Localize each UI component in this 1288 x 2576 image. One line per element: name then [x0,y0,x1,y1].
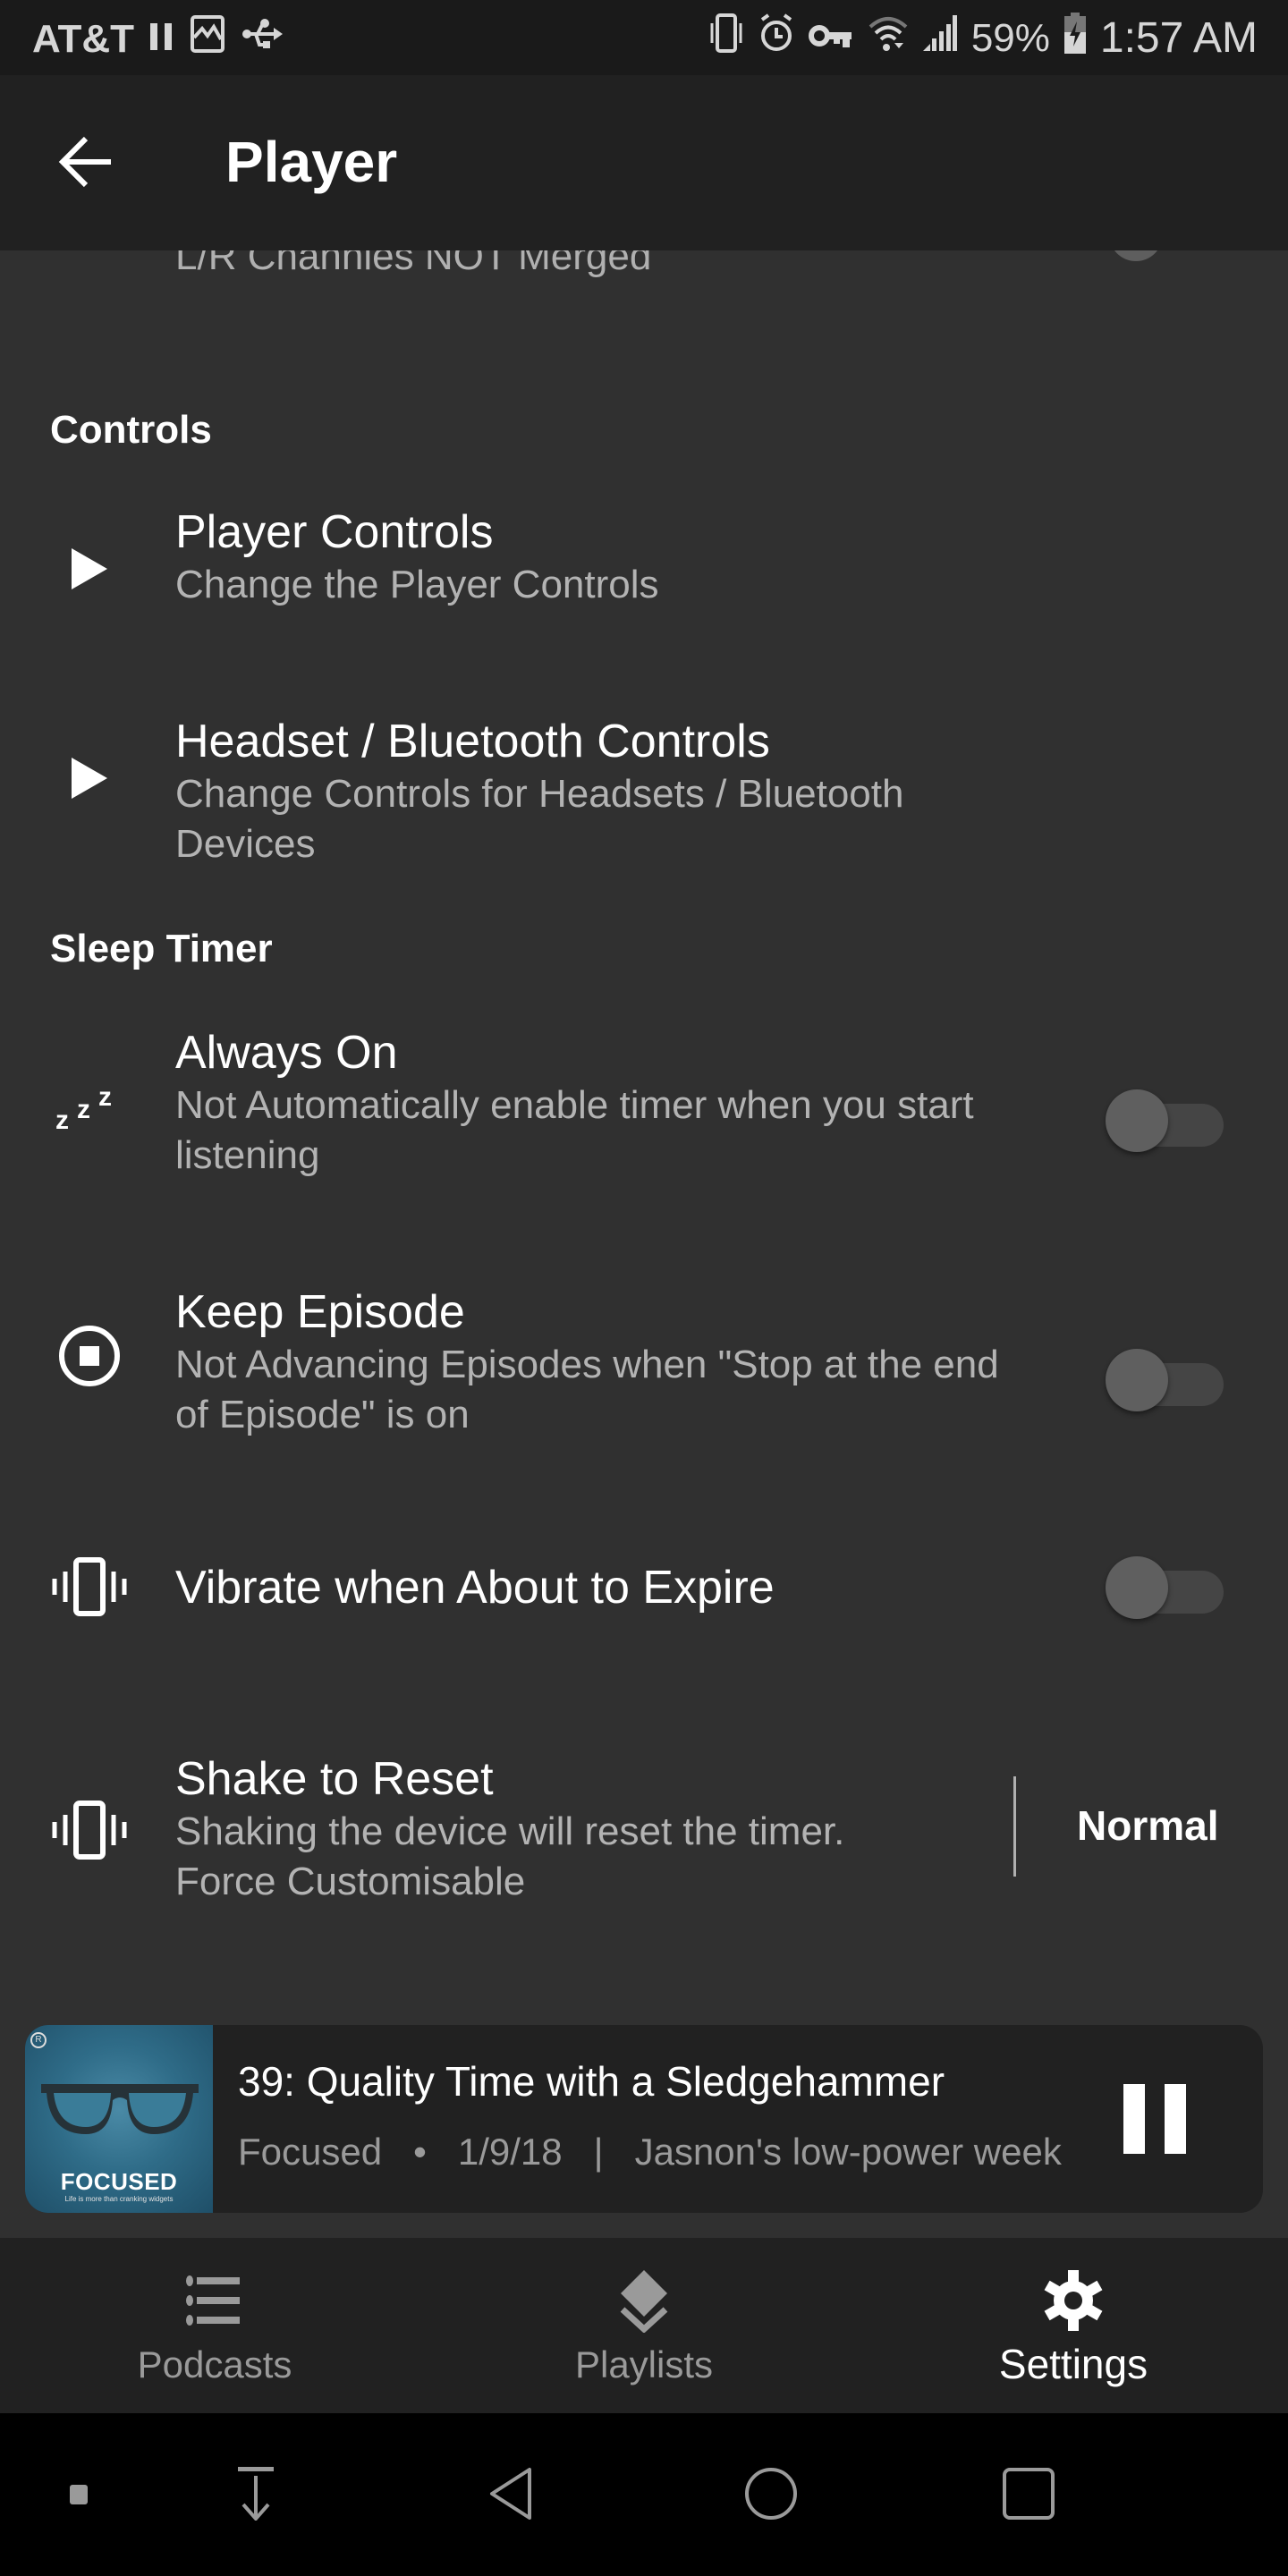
setting-subtitle: Change Controls for Headsets / Bluetooth… [175,772,904,866]
home-circle-icon[interactable] [744,2467,798,2521]
recents-square-icon[interactable] [1002,2467,1055,2521]
pause-button[interactable] [1123,2084,1186,2154]
usb-icon [242,16,284,62]
episode-note: Jasnon's low-power week [634,2131,1062,2173]
layers-icon [620,2270,668,2333]
setting-vibrate-expire[interactable]: Vibrate when About to Expire [0,1535,1288,1642]
setting-subtitle: Not Advancing Episodes when "Stop at the… [175,1343,999,1436]
stop-circle-icon [47,1313,132,1399]
system-navigation-bar [0,2413,1288,2576]
podcast-artwork: R FOCUSED Life is more than cranking wid… [25,2025,213,2213]
episode-meta: Focused • 1/9/18 | Jasnon's low-power we… [238,2131,1062,2174]
alarm-icon [758,13,794,64]
setting-title: Shake to Reset [175,1753,494,1805]
keep-episode-toggle[interactable] [1106,1349,1224,1411]
shake-force-value[interactable]: Normal [1077,1801,1218,1850]
episode-title: 39: Quality Time with a Sledgehammer [238,2058,945,2105]
always-on-toggle[interactable] [1106,1089,1224,1152]
vibrate-icon [47,1787,132,1873]
signal-bars-icon [150,17,174,62]
status-bar: AT&T 59% 1:57 AM [0,0,1288,75]
page-title: Player [225,130,398,194]
svg-text:z: z [55,1106,69,1131]
setting-subtitle: Change the Player Controls [175,563,659,606]
setting-title: Player Controls [175,506,494,558]
clock: 1:57 AM [1099,14,1258,62]
vibrate-toggle[interactable] [1106,1556,1224,1619]
wifi-icon [868,14,909,62]
artwork-badge: R [30,2032,47,2048]
tab-playlists[interactable]: Playlists [429,2238,859,2413]
battery-percent: 59% [970,15,1050,60]
setting-title: Keep Episode [175,1286,465,1338]
app-bar: Player [0,75,1288,250]
cell-signal-icon [922,13,957,63]
artwork-title: FOCUSED [60,2168,178,2195]
vibrate-icon [47,1544,132,1630]
section-header-sleep-timer: Sleep Timer [50,927,273,970]
vertical-divider [1013,1776,1016,1877]
carrier-label: AT&T [32,16,135,61]
tab-label: Playlists [574,2343,714,2385]
tab-label: Podcasts [137,2343,292,2385]
tab-podcasts[interactable]: Podcasts [0,2238,429,2413]
setting-shake-to-reset[interactable]: Shake to Reset Shaking the device will r… [0,1751,1288,1930]
image-icon [190,14,225,64]
svg-text:z: z [77,1095,90,1124]
setting-keep-episode[interactable]: Keep Episode Not Advancing Episodes when… [0,1284,1288,1463]
bottom-navigation: Podcasts Playlists Settings [0,2238,1288,2413]
setting-title: Vibrate when About to Expire [175,1562,775,1614]
artwork-tagline: Life is more than cranking widgets [64,2195,174,2203]
play-icon [47,526,132,612]
setting-subtitle: Shaking the device will reset the timer.… [175,1809,845,1903]
play-icon [47,735,132,821]
meta-separator-bar: | [593,2131,604,2173]
vpn-key-icon [808,16,853,61]
gear-icon [1044,2270,1103,2331]
back-button[interactable] [55,131,118,193]
section-header-controls: Controls [50,408,212,452]
setting-title: Headset / Bluetooth Controls [175,716,770,767]
svg-text:z: z [98,1082,112,1112]
vibrate-icon [708,13,744,64]
download-arrow-icon[interactable] [229,2467,283,2521]
battery-charging-icon [1063,13,1086,64]
glasses-graphic [41,2084,199,2134]
setting-subtitle: Not Automatically enable timer when you … [175,1083,974,1177]
podcast-name: Focused [238,2131,383,2173]
back-triangle-icon[interactable] [487,2467,540,2521]
setting-title: Always On [175,1027,398,1079]
setting-headset-controls[interactable]: Headset / Bluetooth Controls Change Cont… [0,714,1288,866]
episode-date: 1/9/18 [457,2131,563,2173]
tab-settings[interactable]: Settings [859,2238,1288,2413]
mini-player[interactable]: R FOCUSED Life is more than cranking wid… [25,2025,1263,2213]
sleep-zzz-icon: zzz [47,1061,132,1147]
arrow-back-icon [58,136,111,188]
meta-separator-dot: • [413,2131,427,2173]
dot-icon[interactable] [68,2467,89,2521]
list-icon [186,2275,240,2326]
setting-player-controls[interactable]: Player Controls Change the Player Contro… [0,504,1288,630]
setting-always-on[interactable]: zzz Always On Not Automatically enable t… [0,1025,1288,1204]
tab-label: Settings [998,2341,1148,2387]
